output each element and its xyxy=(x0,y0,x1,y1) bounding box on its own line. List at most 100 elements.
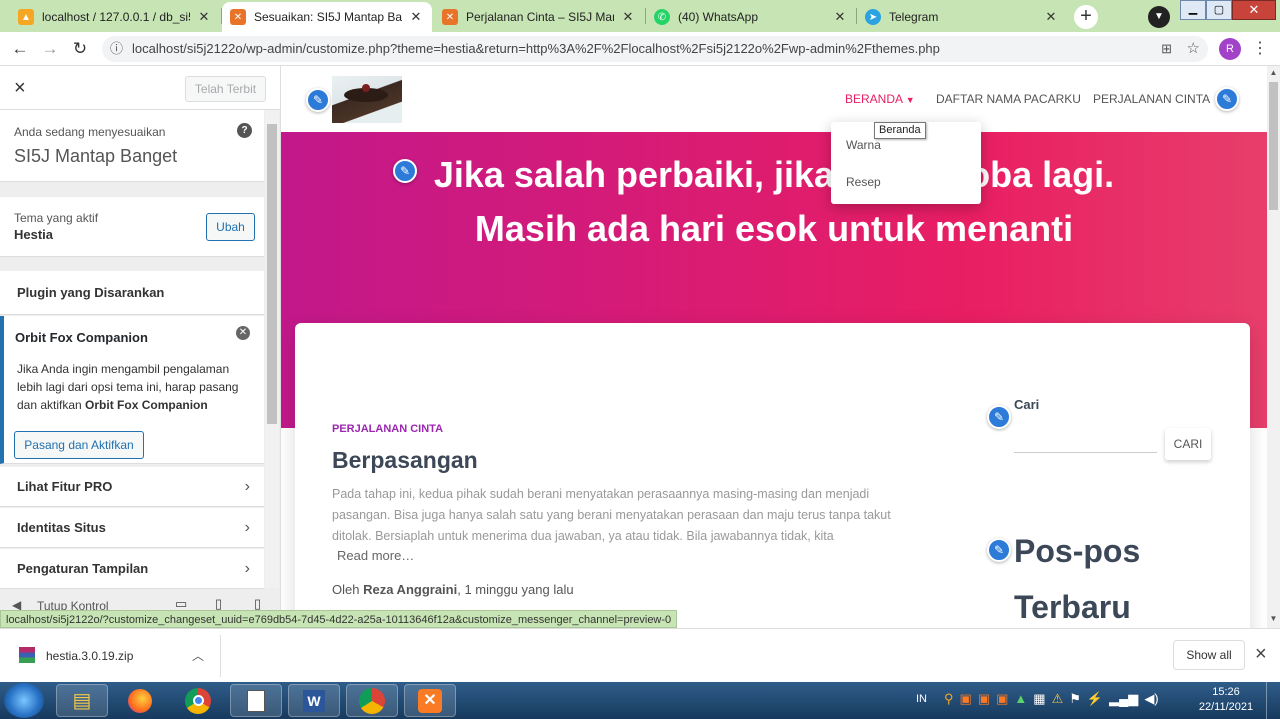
tablet-preview-icon[interactable]: ▯ xyxy=(215,596,222,610)
maximize-button[interactable]: ▢ xyxy=(1206,0,1232,20)
show-desktop-button[interactable] xyxy=(1266,682,1280,719)
xampp-tray-icon[interactable]: ▣ xyxy=(960,691,972,707)
start-button[interactable] xyxy=(4,683,44,718)
change-theme-button[interactable]: Ubah xyxy=(206,213,255,241)
close-download-bar-icon[interactable]: × xyxy=(1255,643,1267,666)
close-tab-icon[interactable]: ✕ xyxy=(620,9,636,25)
volume-icon[interactable]: ◀) xyxy=(1144,691,1158,707)
power-tray-icon[interactable]: ⚡ xyxy=(1087,691,1103,707)
tab-title: Telegram xyxy=(889,10,939,24)
close-customizer-icon[interactable]: × xyxy=(14,77,26,100)
download-filename[interactable]: hestia.3.0.19.zip xyxy=(46,649,133,663)
preview-scrollbar[interactable]: ▲ ▼ xyxy=(1267,66,1280,628)
xampp-tray-icon-3[interactable]: ▣ xyxy=(996,691,1008,707)
sidebar-scrollbar[interactable] xyxy=(265,110,279,588)
post-category[interactable]: PERJALANAN CINTA xyxy=(332,423,443,435)
taskbar-firefox[interactable] xyxy=(114,684,166,717)
edit-logo-pencil-icon[interactable]: ✎ xyxy=(306,88,330,112)
recent-posts-title-1: Pos-pos xyxy=(1014,533,1141,569)
tab-title: (40) WhatsApp xyxy=(678,10,759,24)
taskbar-word[interactable]: W xyxy=(288,684,340,717)
close-tab-icon[interactable]: ✕ xyxy=(196,9,212,25)
dismiss-notice-icon[interactable]: ✕ xyxy=(236,326,250,340)
forward-icon[interactable]: → xyxy=(38,37,62,61)
close-tab-icon[interactable]: ✕ xyxy=(832,9,848,25)
edit-recent-posts-pencil-icon[interactable]: ✎ xyxy=(987,538,1011,562)
site-logo-cake-image[interactable] xyxy=(332,76,402,123)
customizing-label: Anda sedang menyesuaikan xyxy=(14,125,166,139)
warning-tray-icon[interactable]: ⚠ xyxy=(1052,691,1064,707)
nav-home-label: BERANDA xyxy=(845,92,903,106)
post-meta: Oleh Reza Anggraini, 1 minggu yang lalu xyxy=(332,582,574,597)
taskbar-xampp[interactable]: ✕ xyxy=(404,684,456,717)
help-icon[interactable]: ? xyxy=(237,123,252,138)
taskbar-chrome-profile[interactable] xyxy=(346,684,398,717)
new-tab-button[interactable]: + xyxy=(1074,5,1098,29)
tab-search-button[interactable]: ▼ xyxy=(1148,6,1170,28)
network-signal-icon[interactable]: ▂▄▆ xyxy=(1109,691,1138,707)
reload-icon[interactable]: ↻ xyxy=(68,37,92,61)
collapse-icon[interactable]: ◀ xyxy=(12,598,21,610)
nav-love-journey[interactable]: PERJALANAN CINTA xyxy=(1093,92,1210,106)
profile-avatar[interactable]: R xyxy=(1219,38,1241,60)
edit-hero-pencil-icon[interactable]: ✎ xyxy=(393,159,417,183)
device-tray-icon[interactable]: ▦ xyxy=(1033,691,1045,707)
edit-search-widget-pencil-icon[interactable]: ✎ xyxy=(987,405,1011,429)
close-tab-icon[interactable]: ✕ xyxy=(408,9,424,25)
taskbar-document[interactable] xyxy=(230,684,282,717)
post-author[interactable]: Reza Anggraini xyxy=(363,582,457,597)
post-excerpt: Pada tahap ini, kedua pihak sudah berani… xyxy=(332,487,891,543)
section-appearance-settings[interactable]: Pengaturan Tampilan › xyxy=(0,549,264,589)
scroll-up-icon[interactable]: ▲ xyxy=(1267,66,1280,80)
preview-scroll-thumb[interactable] xyxy=(1269,82,1278,210)
tab-whatsapp[interactable]: ✆ (40) WhatsApp ✕ xyxy=(646,2,856,32)
post-title[interactable]: Berpasangan xyxy=(332,447,478,474)
show-all-button[interactable]: Show all xyxy=(1173,640,1245,670)
info-icon[interactable]: ⓘ xyxy=(110,36,123,62)
sidebar-scroll-thumb[interactable] xyxy=(267,124,277,424)
back-icon[interactable]: ← xyxy=(8,37,32,61)
tab-phpmyadmin[interactable]: ▲ localhost / 127.0.0.1 / db_si5j2 ✕ xyxy=(10,2,220,32)
section-site-identity[interactable]: Identitas Situs › xyxy=(0,508,264,548)
nav-boyfriend-list[interactable]: DAFTAR NAMA PACARKU xyxy=(936,92,1081,106)
install-activate-button[interactable]: Pasang dan Aktifkan xyxy=(14,431,144,459)
read-more-link[interactable]: Read more… xyxy=(337,548,414,563)
flag-tray-icon[interactable]: ⚑ xyxy=(1069,691,1081,707)
tab-perjalanan-cinta[interactable]: ✕ Perjalanan Cinta – SI5J Mantap ✕ xyxy=(434,2,644,32)
search-widget-title: Cari xyxy=(1014,397,1040,412)
nav-home[interactable]: BERANDA ▼ xyxy=(845,92,915,106)
close-tab-icon[interactable]: ✕ xyxy=(1043,9,1059,25)
tab-customizer[interactable]: ✕ Sesuaikan: SI5J Mantap Bange ✕ xyxy=(222,2,432,32)
minimize-button[interactable]: ▁ xyxy=(1180,0,1206,20)
search-input[interactable] xyxy=(1014,433,1157,453)
taskbar-chrome[interactable] xyxy=(172,684,224,717)
edit-menu-pencil-icon[interactable]: ✎ xyxy=(1215,87,1239,111)
search-tray-icon[interactable]: ⚲ xyxy=(944,691,954,707)
scroll-down-icon[interactable]: ▼ xyxy=(1267,612,1280,626)
bookmark-star-icon[interactable]: ☆ xyxy=(1182,36,1200,62)
hide-controls-label[interactable]: Tutup Kontrol xyxy=(37,599,109,610)
published-button[interactable]: Telah Terbit xyxy=(185,76,266,102)
search-button[interactable]: CARI xyxy=(1165,428,1211,460)
desktop-preview-icon[interactable]: ▭ xyxy=(175,596,187,610)
active-theme-name: Hestia xyxy=(14,227,54,242)
sidebar-header: × Telah Terbit xyxy=(0,66,280,110)
translate-icon[interactable]: ⊞ xyxy=(1157,36,1172,62)
xampp-tray-icon-2[interactable]: ▣ xyxy=(978,691,990,707)
language-indicator[interactable]: IN xyxy=(916,693,927,705)
hero-line-2: Masih ada hari esok untuk menanti xyxy=(474,208,1074,249)
dropdown-item-warna[interactable]: Warna xyxy=(846,138,881,152)
dropdown-item-resep[interactable]: Resep xyxy=(846,175,881,189)
clock[interactable]: 15:26 22/11/2021 xyxy=(1196,685,1256,715)
address-bar[interactable]: ⓘ localhost/si5j2122o/wp-admin/customize… xyxy=(102,36,1208,62)
mobile-preview-icon[interactable]: ▯ xyxy=(254,596,261,610)
drive-tray-icon[interactable]: ▲ xyxy=(1014,691,1027,707)
by-label: Oleh xyxy=(332,582,364,597)
section-pro-features[interactable]: Lihat Fitur PRO › xyxy=(0,467,264,507)
menu-kebab-icon[interactable]: ⋮ xyxy=(1252,37,1268,61)
clock-time: 15:26 xyxy=(1212,686,1240,698)
chevron-up-icon[interactable]: ︿ xyxy=(192,647,204,664)
tab-telegram[interactable]: ➤ Telegram ✕ xyxy=(857,2,1067,32)
window-close-button[interactable]: ✕ xyxy=(1232,0,1276,20)
taskbar-file-explorer[interactable]: ▤ xyxy=(56,684,108,717)
